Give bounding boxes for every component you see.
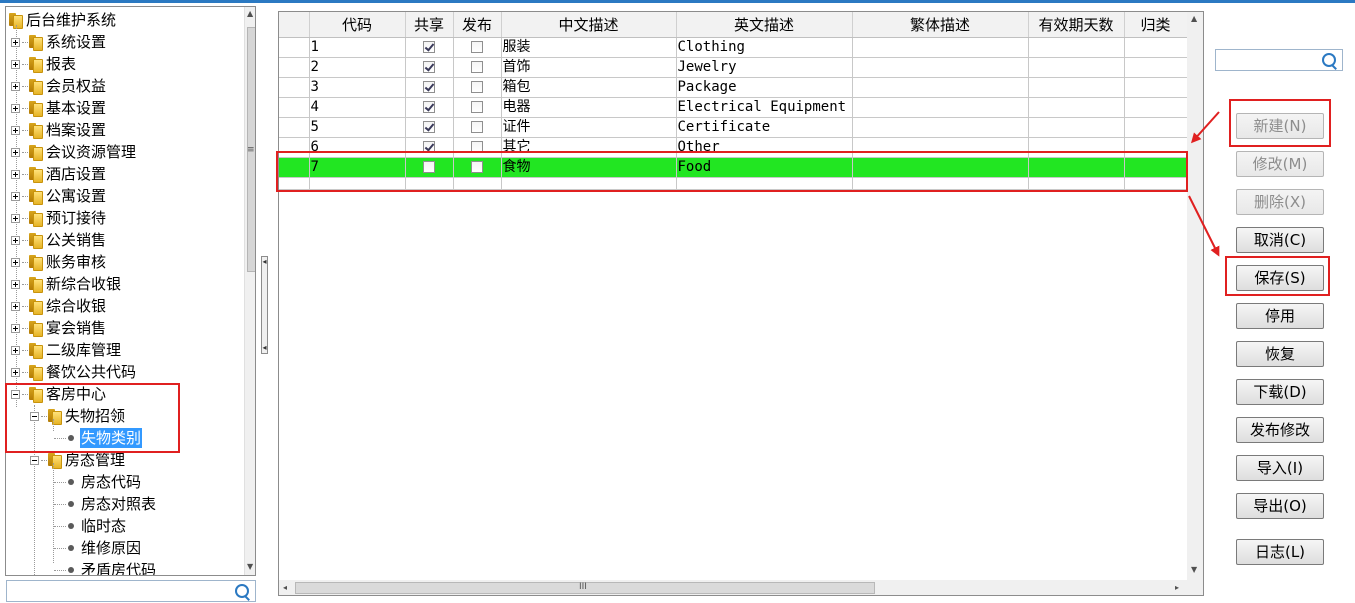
arrow-to-row: [1190, 111, 1220, 144]
annotation-arrows: [1188, 111, 1220, 257]
arrow-to-save: [1188, 195, 1220, 257]
